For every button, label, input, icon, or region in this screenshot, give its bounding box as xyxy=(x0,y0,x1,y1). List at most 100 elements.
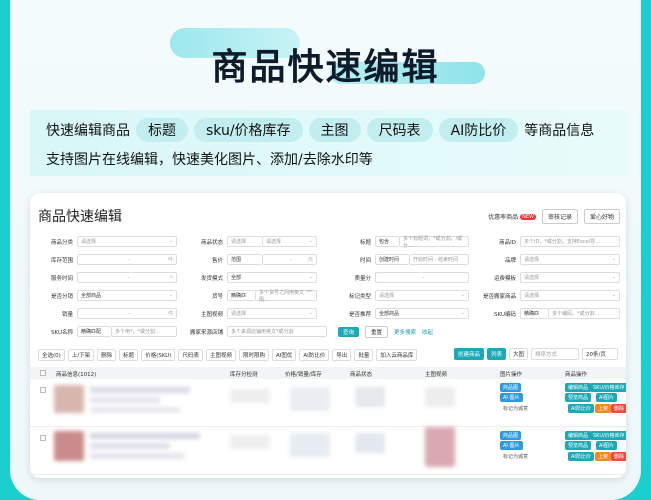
chevron-down-icon: ⌄ xyxy=(168,238,173,244)
freight-template-select[interactable]: 请选择 ⌄ xyxy=(520,272,620,283)
ai-image-op-button[interactable]: AI图片 xyxy=(596,441,617,450)
discount-goods-label: 优惠率商品 xyxy=(488,214,519,221)
quality-score-input[interactable]: - xyxy=(375,272,469,283)
main-video-button[interactable]: 主图视频 xyxy=(205,349,236,361)
sales-range-input[interactable]: -件 xyxy=(77,308,177,319)
sku-code-match-select[interactable]: 精确匹 xyxy=(520,308,548,319)
ai-image-button[interactable]: AI图优 xyxy=(272,349,297,361)
audit-record-button[interactable]: 审核记录 xyxy=(541,209,578,224)
grid-view-button[interactable]: 大图 xyxy=(508,348,528,360)
main-video-select[interactable]: 请选择 ⌄ xyxy=(227,308,317,319)
mark-sincere-button[interactable]: 标记为诚意 xyxy=(500,404,531,413)
filter-row: 是否分销 全部商品 ⌄ 货号 精确匹 多个货号之间用英文 "*" 隔... 标记类… xyxy=(30,287,626,305)
row-checkbox[interactable] xyxy=(40,387,46,393)
list-view-button[interactable]: 列表 xyxy=(486,348,506,360)
price-range-select[interactable]: 范围 xyxy=(227,254,262,265)
price-range-input[interactable]: -元 xyxy=(262,254,317,265)
select-all-button[interactable]: 全选(0) xyxy=(38,349,65,361)
feature-tag-main-image: 主图 xyxy=(308,118,361,142)
feature-line-2: 支持图片在线编辑，快速美化图片、添加/去除水印等 xyxy=(46,152,373,168)
row-checkbox[interactable] xyxy=(40,435,46,441)
delete-row-button[interactable]: 删除 xyxy=(611,452,626,461)
title-match-select[interactable]: 包含 xyxy=(375,236,399,247)
batch-button[interactable]: 批量 xyxy=(354,349,374,361)
service-time-input[interactable]: - ▫ xyxy=(77,272,177,283)
price-sku-button[interactable]: 价格(SKU) xyxy=(141,349,176,361)
header-checkbox[interactable] xyxy=(40,370,46,376)
status-blur xyxy=(355,387,385,407)
delete-row-button[interactable]: 删除 xyxy=(611,404,626,413)
filter-label: 是否分销 xyxy=(50,293,73,300)
edit-goods-button[interactable]: 编辑商品 xyxy=(565,383,592,392)
filter-row: SKU名称 精确匹配 多个用*，*或分割... 搬家来源店铺 多个来源店铺用英文… xyxy=(30,323,626,341)
ai-image-op-button[interactable]: AI图片 xyxy=(596,393,617,402)
export-button[interactable]: 导出 xyxy=(332,349,352,361)
time-range-input[interactable]: 开始时间 - 结束时间 xyxy=(409,254,469,265)
reset-button[interactable]: 重置 xyxy=(365,325,389,338)
recommend-select[interactable]: 全部商品 ⌄ xyxy=(375,308,469,319)
sku-match-select[interactable]: 精确匹 xyxy=(227,290,255,301)
view-controls: 创建商品 列表 大图 排序方式 20条/页 xyxy=(453,348,618,360)
shelf-toggle-button[interactable]: 上/下架 xyxy=(67,349,95,361)
preview-goods-button[interactable]: 预览商品 xyxy=(565,393,592,402)
column-header: 商品信息(1012) xyxy=(56,372,97,378)
feature-prefix: 快速编辑商品 xyxy=(46,123,130,139)
goods-image-button[interactable]: 商品图 xyxy=(500,431,522,440)
title-button[interactable]: 标题 xyxy=(119,349,139,361)
ai-price-op-button[interactable]: AI防比价 xyxy=(568,404,594,413)
goods-image-button[interactable]: 商品图 xyxy=(500,383,522,392)
moved-goods-select[interactable]: 请选择 ⌄ xyxy=(520,290,620,301)
ai-price-button[interactable]: AI防比价 xyxy=(299,349,330,361)
create-goods-button[interactable]: 创建商品 xyxy=(453,348,484,360)
love-goods-button[interactable]: 爱心好物 xyxy=(583,209,620,224)
ship-mode-select[interactable]: 全部 ⌄ xyxy=(227,272,317,283)
page-size-select[interactable]: 20条/页 xyxy=(582,348,618,360)
top-actions: 优惠率商品 NEW 审核记录 爱心好物 xyxy=(488,209,620,224)
query-button[interactable]: 查询 xyxy=(338,326,360,337)
discount-goods-link[interactable]: 优惠率商品 NEW xyxy=(488,212,536,221)
stock-range-input[interactable]: -件 xyxy=(77,254,177,265)
time-type-select[interactable]: 创建时间 xyxy=(375,254,409,265)
filter-label: 销量 xyxy=(61,311,73,318)
ai-image-dropdown[interactable]: AI 图片 xyxy=(500,393,523,402)
goods-id-input[interactable]: 多个ID，*或分割，支持Excel导... xyxy=(520,236,620,247)
sort-select[interactable]: 排序方式 xyxy=(531,348,579,360)
preview-goods-button[interactable]: 预览商品 xyxy=(565,441,592,450)
more-search-link[interactable]: 更多搜索 xyxy=(394,328,416,336)
filter-row: 服务时间 - ▫ 发货模式 全部 ⌄ 质量分 - 运费模板 请选择 ⌄ xyxy=(30,269,626,287)
sku-price-stock-button[interactable]: SKU/价格库存 xyxy=(590,383,626,392)
feature-tag-sku: sku/价格库存 xyxy=(194,118,303,142)
filter-label: 货号 xyxy=(211,293,223,300)
sku-name-match-select[interactable]: 精确匹配 xyxy=(77,326,111,337)
sku-name-input[interactable]: 多个用*，*或分割... xyxy=(111,326,177,337)
on-shelf-button[interactable]: 上架 xyxy=(595,452,612,461)
chevron-down-icon: ⌄ xyxy=(611,256,616,262)
filter-label: 商品分类 xyxy=(50,239,73,246)
edit-goods-button[interactable]: 编辑商品 xyxy=(565,431,592,440)
size-chart-button[interactable]: 尺码表 xyxy=(178,349,203,361)
brand-select[interactable]: 请选择 ⌄ xyxy=(520,254,620,265)
limited-purchase-button[interactable]: 限时限购 xyxy=(239,349,270,361)
ai-image-dropdown[interactable]: AI 图片 xyxy=(500,441,523,450)
filter-label: 搬家来源店铺 xyxy=(189,329,223,336)
ai-price-op-button[interactable]: AI防比价 xyxy=(568,452,594,461)
title-input[interactable]: 多个标题词，*或分割，/或分... xyxy=(399,236,469,249)
status-select[interactable]: 请选择 xyxy=(227,236,262,247)
video-thumbnail-blur xyxy=(425,427,455,467)
on-shelf-button[interactable]: 上架 xyxy=(595,404,612,413)
sku-price-stock-button[interactable]: SKU/价格库存 xyxy=(590,431,626,440)
chevron-down-icon: ⌄ xyxy=(611,292,616,298)
add-cloud-library-button[interactable]: 加入云商品库 xyxy=(376,349,418,361)
mark-type-select[interactable]: 请选择 ⌄ xyxy=(375,290,469,301)
article-no-input[interactable]: 多个货号之间用英文 "*" 隔... xyxy=(255,290,317,303)
sku-code-input[interactable]: 多个编码，*或分割... xyxy=(548,308,620,319)
distribution-select[interactable]: 全部商品 ⌄ xyxy=(77,290,177,301)
source-shop-input[interactable]: 多个来源店铺用英文*或分割 xyxy=(227,326,327,337)
status-select-2[interactable]: 请选择 ⌄ xyxy=(262,236,317,247)
category-select[interactable]: 请选择 ⌄ xyxy=(77,236,177,247)
delete-button[interactable]: 删除 xyxy=(97,349,117,361)
product-thumbnail xyxy=(54,431,84,461)
mark-sincere-button[interactable]: 标记为诚意 xyxy=(500,452,531,461)
collapse-link[interactable]: 收起 xyxy=(422,328,433,336)
filter-form: 商品分类 请选择 ⌄ 商品状态 请选择 请选择 ⌄ 标题 包含 多个标题词，*或分割… xyxy=(30,233,626,341)
